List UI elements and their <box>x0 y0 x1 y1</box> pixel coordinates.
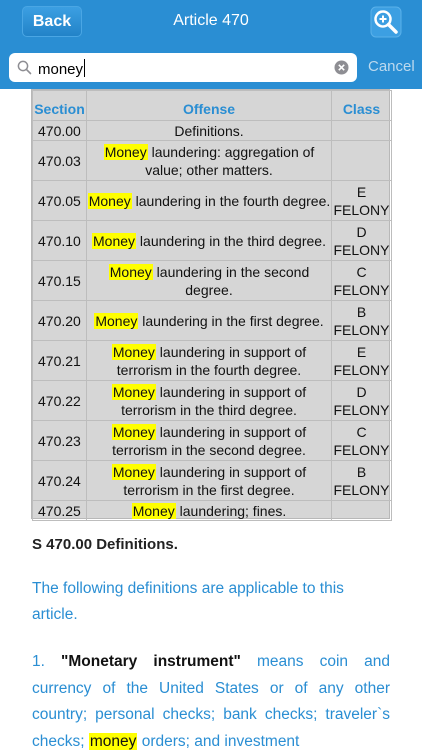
table-row[interactable]: 470.03 Money laundering: aggregation of v… <box>32 140 392 181</box>
class-cell: B FELONY <box>331 300 392 341</box>
table-row[interactable]: 470.23 Money laundering in support of ter… <box>32 420 392 461</box>
definition-term: "Monetary instrument" <box>61 653 241 670</box>
class-cell: D FELONY <box>331 220 392 261</box>
class-cell <box>331 140 392 181</box>
page-title: Article 470 <box>173 12 249 29</box>
section-number-cell: 470.25 <box>32 500 87 521</box>
section-number-cell: 470.00 <box>32 120 87 141</box>
offense-text: laundering: aggregation of value; other … <box>145 143 315 178</box>
search-highlight: Money <box>111 423 156 440</box>
class-cell: C FELONY <box>331 260 392 301</box>
cancel-button[interactable]: Cancel <box>368 58 415 75</box>
search-bar: money Cancel <box>0 45 422 89</box>
class-felony-label: FELONY <box>333 481 390 498</box>
clear-search-icon[interactable] <box>334 60 349 75</box>
section-number-cell: 470.20 <box>32 300 87 341</box>
class-felony-label: FELONY <box>333 361 390 378</box>
offense-text: laundering in the first degree. <box>138 312 324 329</box>
table-row[interactable]: 470.05 Money laundering in the fourth deg… <box>32 180 392 221</box>
search-highlight: Money <box>108 263 153 280</box>
offense-text: laundering in the third degree. <box>136 232 326 249</box>
offense-text: laundering in the second degree. <box>152 263 310 298</box>
section-heading: S 470.00 Definitions. <box>32 536 178 553</box>
class-letter: D <box>356 383 367 400</box>
section-number-cell: 470.05 <box>32 180 87 221</box>
class-letter: E <box>356 343 367 360</box>
table-row[interactable]: 470.00 Definitions. <box>32 120 392 141</box>
offense-cell: Money laundering in the second degree. <box>86 260 332 301</box>
class-felony-label: FELONY <box>333 241 390 258</box>
class-letter: B <box>356 303 367 320</box>
search-highlight: Money <box>111 383 156 400</box>
offense-cell: Money laundering in support of terrorism… <box>86 460 332 501</box>
offense-cell: Money laundering in support of terrorism… <box>86 380 332 421</box>
search-highlight: Money <box>111 463 156 480</box>
offense-table: Section Offense Class 470.00 Definitions.… <box>31 89 392 521</box>
class-cell: E FELONY <box>331 340 392 381</box>
class-cell: D FELONY <box>331 380 392 421</box>
offense-cell: Definitions. <box>86 120 332 141</box>
intro-paragraph: The following definitions are applicable… <box>32 580 344 623</box>
search-icon <box>17 60 32 75</box>
offense-text: laundering; fines. <box>175 502 287 519</box>
class-letter: E <box>356 183 367 200</box>
offense-cell: Money laundering in support of terrorism… <box>86 340 332 381</box>
table-row[interactable]: 470.24 Money laundering in support of ter… <box>32 460 392 501</box>
class-felony-label: FELONY <box>333 401 390 418</box>
search-highlight: Money <box>103 143 148 160</box>
class-cell: E FELONY <box>331 180 392 221</box>
class-letter: D <box>356 223 367 240</box>
table-row[interactable]: 470.15 Money laundering in the second deg… <box>32 260 392 301</box>
offense-cell: Money laundering in the first degree. <box>86 300 332 341</box>
class-cell <box>331 120 392 141</box>
definition-text-continued: orders; and investment <box>137 732 300 750</box>
search-highlight: money <box>88 732 138 750</box>
column-header-section[interactable]: Section <box>32 90 87 121</box>
offense-cell: Money laundering in support of terrorism… <box>86 420 332 461</box>
offense-text: Definitions. <box>174 122 244 139</box>
offense-cell: Money laundering; fines. <box>86 500 332 521</box>
search-highlight: Money <box>111 343 156 360</box>
search-highlight: Money <box>92 232 137 249</box>
section-number-cell: 470.21 <box>32 340 87 381</box>
column-header-class[interactable]: Class <box>331 90 392 121</box>
column-header-offense[interactable]: Offense <box>86 90 332 121</box>
offense-cell: Money laundering: aggregation of value; … <box>86 140 332 181</box>
table-row[interactable]: 470.20 Money laundering in the first degr… <box>32 300 392 341</box>
class-felony-label: FELONY <box>333 281 390 298</box>
class-felony-label: FELONY <box>333 321 390 338</box>
class-cell: C FELONY <box>331 420 392 461</box>
class-letter: C <box>356 423 367 440</box>
search-highlight: Money <box>131 502 176 519</box>
section-number-cell: 470.03 <box>32 140 87 181</box>
class-letter: B <box>356 463 367 480</box>
navigation-bar: Back Article 470 <box>0 0 422 45</box>
section-number-cell: 470.23 <box>32 420 87 461</box>
search-query: money <box>38 59 86 78</box>
section-number-cell: 470.22 <box>32 380 87 421</box>
offense-text: laundering in the fourth degree. <box>131 192 331 209</box>
section-number-cell: 470.24 <box>32 460 87 501</box>
table-row[interactable]: 470.22 Money laundering in support of ter… <box>32 380 392 421</box>
search-input[interactable]: money <box>9 53 357 82</box>
table-row[interactable]: 470.25 Money laundering; fines. <box>32 500 392 521</box>
table-row[interactable]: 470.21 Money laundering in support of ter… <box>32 340 392 381</box>
item-number: 1. <box>32 653 45 670</box>
class-cell <box>331 500 392 521</box>
class-cell: B FELONY <box>331 460 392 501</box>
class-letter: C <box>356 263 367 280</box>
table-row[interactable]: 470.10 Money laundering in the third degr… <box>32 220 392 261</box>
search-highlight: Money <box>87 192 132 209</box>
definition-item: 1. "Monetary instrument" means coin and … <box>32 649 390 750</box>
section-number-cell: 470.15 <box>32 260 87 301</box>
class-felony-label: FELONY <box>333 441 390 458</box>
class-felony-label: FELONY <box>333 201 390 218</box>
section-number-cell: 470.10 <box>32 220 87 261</box>
offense-cell: Money laundering in the third degree. <box>86 220 332 261</box>
article-body: S 470.00 Definitions. The following defi… <box>32 536 390 750</box>
offense-cell: Money laundering in the fourth degree. <box>86 180 332 221</box>
search-highlight: Money <box>94 312 139 329</box>
zoom-in-icon[interactable] <box>370 6 402 38</box>
